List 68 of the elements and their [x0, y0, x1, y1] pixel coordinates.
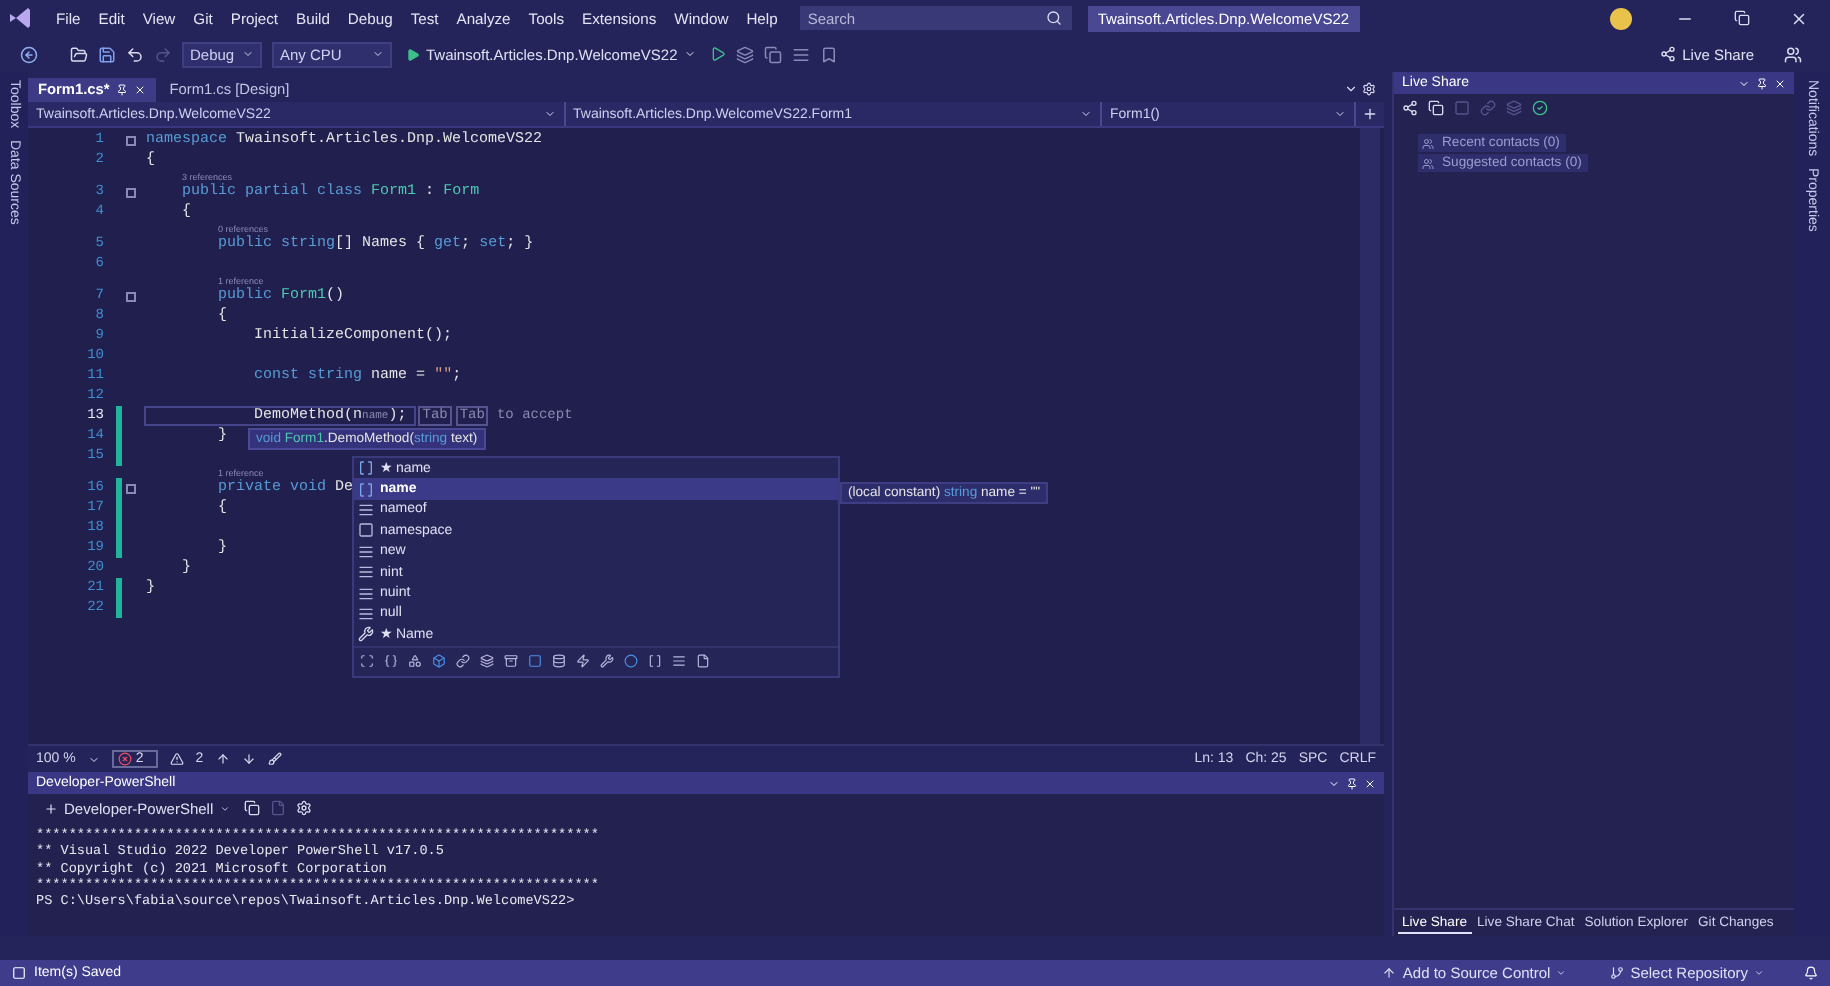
filter-icon[interactable]	[600, 654, 614, 669]
warning-icon	[169, 752, 184, 766]
branch-icon[interactable]	[1610, 966, 1625, 980]
bell-icon[interactable]	[1804, 966, 1818, 980]
filter-icon[interactable]	[648, 654, 662, 669]
filter-icon[interactable]	[504, 654, 518, 669]
filter-icon[interactable]	[360, 654, 374, 669]
filter-icon[interactable]	[576, 654, 590, 669]
lines-icon	[358, 543, 374, 560]
check-icon[interactable]	[1532, 100, 1548, 116]
scrollbar[interactable]	[1360, 128, 1380, 744]
pin-icon[interactable]	[1756, 77, 1768, 89]
play-icon[interactable]	[709, 46, 726, 62]
square-icon	[12, 966, 26, 980]
settings-icon[interactable]	[1362, 82, 1376, 96]
settings-icon[interactable]	[295, 800, 312, 816]
filter-icon[interactable]	[384, 654, 398, 669]
logo-icon	[8, 8, 32, 28]
share-icon[interactable]	[1402, 100, 1418, 116]
close-icon[interactable]	[1790, 9, 1808, 27]
filter-icon[interactable]	[624, 654, 638, 669]
collapse-toggle[interactable]	[125, 483, 135, 493]
people-icon	[1422, 157, 1434, 169]
brush-icon[interactable]	[267, 752, 282, 766]
pin-icon[interactable]	[1346, 777, 1358, 789]
copy-icon[interactable]	[1428, 100, 1444, 116]
filter-icon[interactable]	[480, 654, 494, 669]
people-icon	[1422, 137, 1434, 149]
lines-icon	[358, 605, 374, 622]
error-icon	[117, 752, 132, 766]
plus-icon[interactable]	[44, 801, 58, 815]
caret-icon[interactable]	[219, 803, 230, 813]
collapse-toggle[interactable]	[125, 187, 135, 197]
layers-icon[interactable]	[735, 45, 754, 63]
bookmark-icon[interactable]	[819, 45, 838, 63]
filter-icon[interactable]	[408, 654, 422, 669]
brackets-icon	[358, 481, 374, 498]
pin-icon[interactable]	[115, 83, 128, 95]
filter-icon[interactable]	[672, 654, 686, 669]
down-arrow-icon[interactable]	[241, 752, 256, 766]
folder-icon[interactable]	[70, 45, 88, 63]
up-arrow-icon[interactable]	[215, 752, 230, 766]
up-arrow-icon[interactable]	[1382, 966, 1397, 980]
lines-icon	[358, 585, 374, 602]
wrench-icon	[358, 626, 374, 643]
filter-icon[interactable]	[552, 654, 566, 669]
filter-icon[interactable]	[432, 654, 446, 669]
lines-icon	[358, 501, 374, 518]
lines-icon	[358, 564, 374, 581]
collapse-toggle[interactable]	[125, 291, 135, 301]
restore-icon[interactable]	[1734, 10, 1750, 26]
brackets-icon	[358, 460, 374, 477]
filter-icon[interactable]	[528, 654, 542, 669]
collapse-toggle[interactable]	[125, 135, 135, 145]
back-icon[interactable]	[20, 45, 38, 63]
share-icon[interactable]	[1660, 46, 1677, 62]
avatar[interactable]	[1610, 7, 1632, 29]
filter-icon[interactable]	[456, 654, 470, 669]
caret-icon[interactable]	[683, 48, 696, 60]
plus-icon[interactable]	[1362, 106, 1378, 122]
undo-icon[interactable]	[126, 45, 144, 63]
people-icon[interactable]	[1784, 45, 1802, 63]
filter-icon[interactable]	[696, 654, 710, 669]
lines-icon[interactable]	[791, 45, 810, 63]
play-icon[interactable]	[406, 47, 420, 61]
save-icon[interactable]	[98, 45, 116, 63]
copy-icon[interactable]	[243, 800, 260, 816]
square-icon	[358, 522, 374, 539]
